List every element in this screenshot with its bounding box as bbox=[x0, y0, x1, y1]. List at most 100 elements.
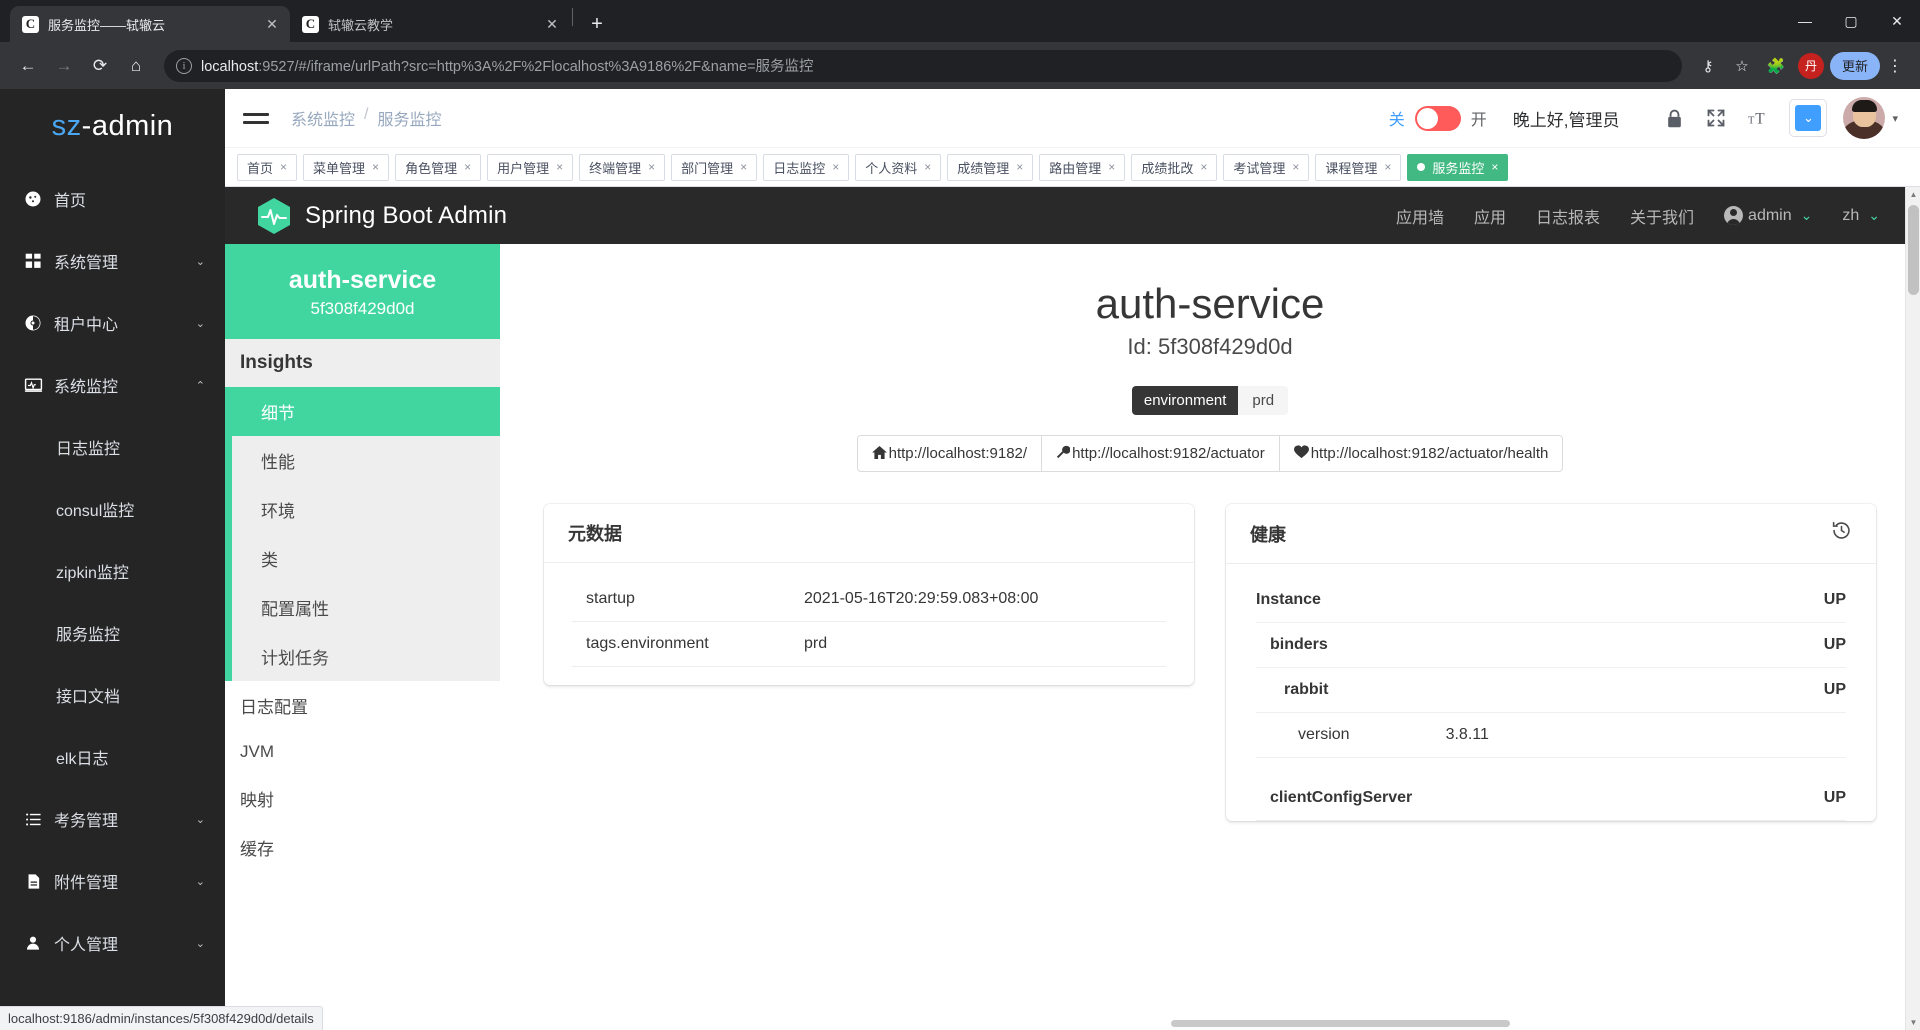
close-icon[interactable]: × bbox=[924, 160, 931, 174]
close-icon[interactable]: × bbox=[1292, 160, 1299, 174]
url-text: localhost:9527/#/iframe/urlPath?src=http… bbox=[201, 55, 814, 76]
tab-路由管理[interactable]: 路由管理 × bbox=[1039, 153, 1126, 181]
sidebar-item-personal-management[interactable]: 个人管理 ⌄ bbox=[0, 912, 225, 974]
close-icon[interactable]: × bbox=[556, 160, 563, 174]
close-icon[interactable]: × bbox=[1200, 160, 1207, 174]
sidebar-item-system-monitor[interactable]: 系统监控 ⌃ bbox=[0, 354, 225, 416]
close-icon[interactable]: × bbox=[832, 160, 839, 174]
close-icon[interactable]: × bbox=[1384, 160, 1391, 174]
close-icon[interactable]: × bbox=[648, 160, 655, 174]
home-icon[interactable]: ⌂ bbox=[120, 50, 152, 82]
sidebar-subitem-log-monitor[interactable]: 日志监控 bbox=[0, 416, 225, 478]
sidebar-subitem-elk-log[interactable]: elk日志 bbox=[0, 726, 225, 788]
close-icon[interactable]: × bbox=[1491, 160, 1498, 174]
sidebar-item-tenant-center[interactable]: 租户中心 ⌄ bbox=[0, 292, 225, 354]
history-icon[interactable] bbox=[1831, 520, 1852, 547]
sba-nav-about[interactable]: 关于我们 bbox=[1630, 204, 1694, 228]
extensions-icon[interactable]: 🧩 bbox=[1760, 50, 1792, 82]
sidebar-subitem-consul-monitor[interactable]: consul监控 bbox=[0, 478, 225, 540]
sidebar-item-home[interactable]: 首页 bbox=[0, 168, 225, 230]
sba-brand[interactable]: Spring Boot Admin bbox=[257, 197, 507, 235]
scrollbar-thumb[interactable] bbox=[1170, 1020, 1510, 1027]
new-tab-button[interactable]: + bbox=[581, 8, 613, 40]
password-key-icon[interactable]: ⚷ bbox=[1692, 50, 1724, 82]
tab-课程管理[interactable]: 课程管理 × bbox=[1315, 153, 1402, 181]
tab-部门管理[interactable]: 部门管理 × bbox=[671, 153, 758, 181]
sba-menu-caches[interactable]: 缓存 bbox=[225, 823, 500, 872]
tab-服务监控[interactable]: 服务监控 × bbox=[1407, 153, 1509, 181]
fullscreen-icon[interactable] bbox=[1695, 97, 1737, 139]
scroll-up-icon[interactable]: ▲ bbox=[1906, 187, 1920, 202]
app-logo[interactable]: sz -admin bbox=[0, 89, 225, 164]
link-health-url[interactable]: http://localhost:9182/actuator/health bbox=[1279, 435, 1564, 472]
sba-user-menu[interactable]: admin ⌄ bbox=[1724, 206, 1812, 225]
tab-菜单管理[interactable]: 菜单管理 × bbox=[303, 153, 390, 181]
sba-menu-loggers[interactable]: 日志配置 bbox=[225, 681, 500, 730]
tab-日志监控[interactable]: 日志监控 × bbox=[763, 153, 850, 181]
scrollbar-thumb[interactable] bbox=[1908, 205, 1919, 295]
forward-icon[interactable]: → bbox=[48, 50, 80, 82]
close-icon[interactable]: × bbox=[280, 160, 287, 174]
hamburger-icon[interactable] bbox=[243, 112, 269, 124]
avatar[interactable] bbox=[1843, 97, 1886, 139]
avatar-caret-icon[interactable]: ▾ bbox=[1892, 112, 1898, 125]
back-icon[interactable]: ← bbox=[12, 50, 44, 82]
sba-menu-classes[interactable]: 类 bbox=[232, 534, 500, 583]
sba-nav-applications-wall[interactable]: 应用墙 bbox=[1396, 204, 1444, 228]
close-icon[interactable]: × bbox=[1108, 160, 1115, 174]
browser-tab-2[interactable]: C 轼辙云教学 ✕ bbox=[290, 6, 570, 42]
close-icon[interactable]: ✕ bbox=[262, 14, 282, 34]
bookmark-star-icon[interactable]: ☆ bbox=[1726, 50, 1758, 82]
sba-menu-jvm[interactable]: JVM bbox=[225, 730, 500, 774]
tab-角色管理[interactable]: 角色管理 × bbox=[395, 153, 482, 181]
reload-icon[interactable]: ⟳ bbox=[84, 50, 116, 82]
link-service-url[interactable]: http://localhost:9182/ bbox=[856, 435, 1043, 472]
close-icon[interactable]: × bbox=[740, 160, 747, 174]
tab-个人资料[interactable]: 个人资料 × bbox=[855, 153, 942, 181]
lock-icon[interactable] bbox=[1653, 97, 1695, 139]
sba-language-menu[interactable]: zh ⌄ bbox=[1842, 207, 1880, 225]
window-close-button[interactable]: ✕ bbox=[1874, 0, 1920, 42]
sba-menu-scheduled-tasks[interactable]: 计划任务 bbox=[232, 632, 500, 681]
sba-menu-mappings[interactable]: 映射 bbox=[225, 774, 500, 823]
sba-menu-environment[interactable]: 环境 bbox=[232, 485, 500, 534]
page-scrollbar[interactable]: ▲ ▼ bbox=[1905, 187, 1920, 1030]
site-info-icon[interactable]: i bbox=[176, 57, 192, 74]
scroll-down-icon[interactable]: ▼ bbox=[1906, 1015, 1920, 1030]
settings-dropdown-button[interactable]: ⌄ bbox=[1789, 99, 1828, 137]
close-icon[interactable]: × bbox=[372, 160, 379, 174]
inner-horizontal-scrollbar[interactable] bbox=[775, 1020, 1905, 1030]
close-icon[interactable]: × bbox=[464, 160, 471, 174]
sba-menu-configprops[interactable]: 配置属性 bbox=[232, 583, 500, 632]
minimize-button[interactable]: — bbox=[1782, 0, 1828, 42]
close-icon[interactable]: × bbox=[1016, 160, 1023, 174]
sidebar-subitem-service-monitor[interactable]: 服务监控 bbox=[0, 602, 225, 664]
theme-toggle[interactable] bbox=[1414, 105, 1461, 131]
tab-成绩管理[interactable]: 成绩管理 × bbox=[947, 153, 1034, 181]
font-size-icon[interactable]: TT bbox=[1737, 97, 1779, 139]
sidebar-item-attachment-management[interactable]: 附件管理 ⌄ bbox=[0, 850, 225, 912]
tab-首页[interactable]: 首页 × bbox=[237, 153, 298, 181]
browser-tab-1[interactable]: C 服务监控——轼辙云 ✕ bbox=[10, 6, 290, 42]
close-icon[interactable]: ✕ bbox=[542, 14, 562, 34]
sba-nav-applications[interactable]: 应用 bbox=[1474, 204, 1506, 228]
sidebar-item-system-management[interactable]: 系统管理 ⌄ bbox=[0, 230, 225, 292]
maximize-button[interactable]: ▢ bbox=[1828, 0, 1874, 42]
address-bar[interactable]: i localhost:9527/#/iframe/urlPath?src=ht… bbox=[164, 49, 1682, 82]
spring-boot-admin-logo-icon bbox=[257, 197, 291, 235]
sba-nav-journal[interactable]: 日志报表 bbox=[1536, 204, 1600, 228]
sba-menu-details[interactable]: 细节 bbox=[232, 387, 500, 436]
link-actuator-url[interactable]: http://localhost:9182/actuator bbox=[1042, 435, 1280, 472]
tab-终端管理[interactable]: 终端管理 × bbox=[579, 153, 666, 181]
sidebar-item-exam-management[interactable]: 考务管理 ⌄ bbox=[0, 788, 225, 850]
tab-用户管理[interactable]: 用户管理 × bbox=[487, 153, 574, 181]
breadcrumb-parent[interactable]: 系统监控 bbox=[291, 106, 355, 130]
update-button[interactable]: 更新 bbox=[1829, 51, 1880, 80]
profile-avatar[interactable]: 丹 bbox=[1797, 52, 1824, 79]
browser-menu-icon[interactable]: ⋮ bbox=[1882, 56, 1908, 76]
sidebar-subitem-api-docs[interactable]: 接口文档 bbox=[0, 664, 225, 726]
tab-成绩批改[interactable]: 成绩批改 × bbox=[1131, 153, 1218, 181]
tab-考试管理[interactable]: 考试管理 × bbox=[1223, 153, 1310, 181]
sidebar-subitem-zipkin-monitor[interactable]: zipkin监控 bbox=[0, 540, 225, 602]
sba-menu-performance[interactable]: 性能 bbox=[232, 436, 500, 485]
